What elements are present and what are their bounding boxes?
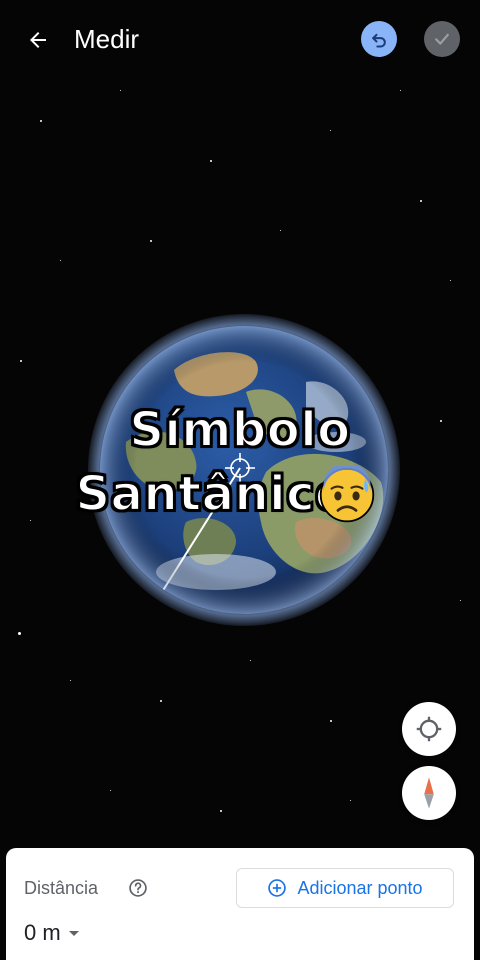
add-point-button[interactable]: Adicionar ponto <box>236 868 454 908</box>
my-location-icon <box>416 716 442 742</box>
measure-bottom-sheet: Distância Adicionar ponto 0 m <box>6 848 474 960</box>
check-icon <box>435 33 449 45</box>
top-app-bar: Medir <box>0 0 480 78</box>
add-point-label: Adicionar ponto <box>297 877 423 898</box>
dropdown-caret-icon <box>68 930 79 936</box>
done-button[interactable] <box>424 21 460 57</box>
back-button[interactable] <box>18 20 58 60</box>
overlay-caption-line1: Símbolo <box>128 401 351 459</box>
page-title: Medir <box>74 24 140 54</box>
distance-label: Distância <box>24 878 99 898</box>
compass-icon <box>424 777 434 809</box>
undo-icon <box>372 33 386 48</box>
arrow-back-icon <box>30 32 46 48</box>
distance-unit-dropdown[interactable]: 0 m <box>24 920 79 946</box>
my-location-button[interactable] <box>402 702 456 756</box>
undo-button[interactable] <box>361 21 397 57</box>
add-circle-icon <box>268 879 287 897</box>
anxious-face-with-sweat-icon <box>319 466 375 523</box>
google-earth-measure-screen: Medir Símbolo Santânico Distância Adicio… <box>0 0 480 960</box>
overlay-caption-line2: Santânico <box>74 465 349 523</box>
compass-button[interactable] <box>402 766 456 820</box>
help-circle-icon[interactable] <box>128 878 148 898</box>
distance-value: 0 m <box>24 920 61 945</box>
